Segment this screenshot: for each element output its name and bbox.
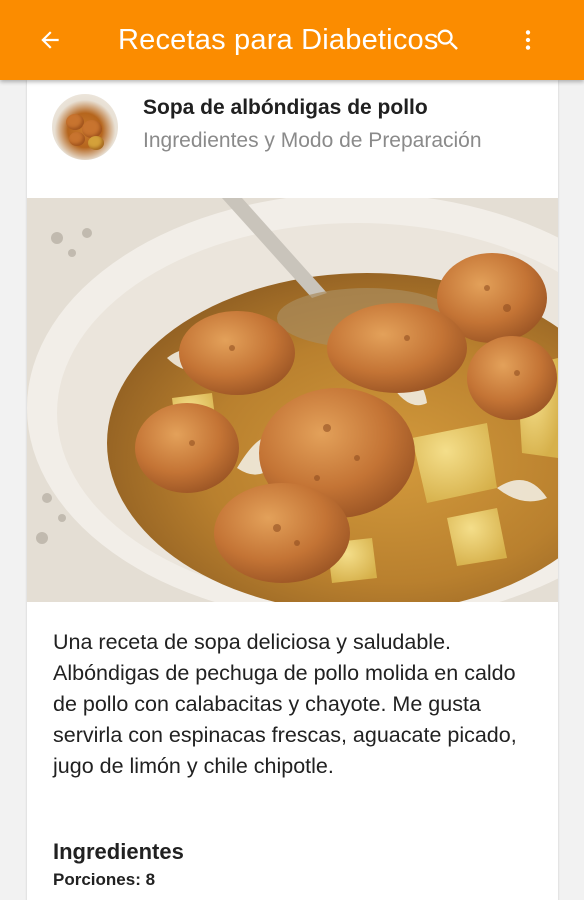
recipe-header[interactable]: Sopa de albóndigas de pollo Ingredientes… [27,80,558,198]
portions-label: Porciones: 8 [53,870,156,889]
arrow-left-icon [41,31,59,49]
recipe-card: Sopa de albóndigas de pollo Ingredientes… [27,80,558,900]
app-title: Recetas para Diabeticos [118,24,439,56]
soup-bowl-illustration [27,198,558,602]
app-bar: Recetas para Diabeticos [0,0,584,80]
search-icon [437,29,458,50]
ingredients-heading: Ingredientes [53,839,184,864]
recipe-subtitle: Ingredientes y Modo de Preparación [143,129,482,152]
more-vert-icon [525,30,531,50]
back-button[interactable] [28,20,72,60]
recipe-description: Una receta de sopa deliciosa y saludable… [53,630,517,778]
recipe-thumbnail [52,94,118,160]
search-button[interactable] [430,20,466,60]
recipe-title: Sopa de albóndigas de pollo [143,96,428,119]
recipe-photo [27,198,558,602]
overflow-menu-button[interactable] [508,20,548,60]
